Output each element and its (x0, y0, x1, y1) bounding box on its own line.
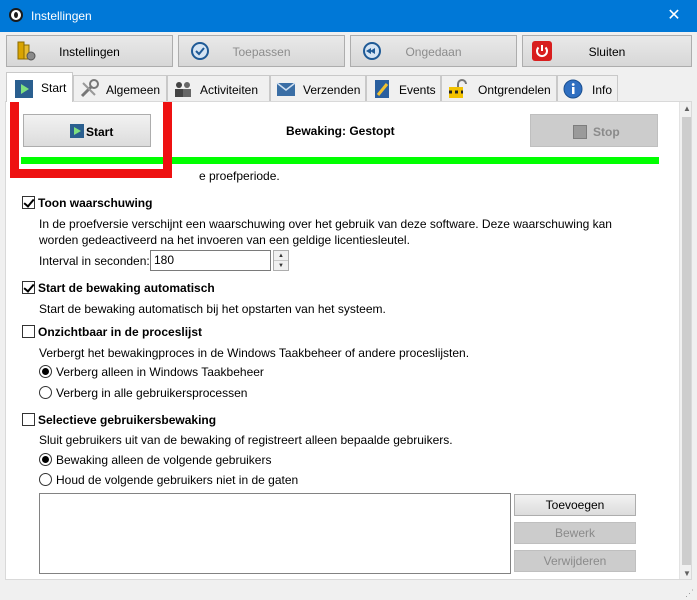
tab-events[interactable]: Events (366, 75, 441, 102)
remove-user-button[interactable]: Verwijderen (514, 550, 636, 572)
scrollbar-thumb[interactable] (682, 117, 691, 565)
play-icon (15, 80, 33, 98)
users-listbox[interactable] (39, 493, 511, 574)
auto-start-label: Start de bewaking automatisch (38, 281, 215, 295)
exclude-users-label: Houd de volgende gebruikers niet in de g… (56, 473, 299, 487)
selective-monitoring-description: Sluit gebruikers uit van de bewaking of … (39, 433, 453, 447)
tab-verzenden[interactable]: Verzenden (270, 75, 366, 102)
selective-monitoring-checkbox[interactable] (22, 413, 35, 426)
interval-stepper[interactable]: ▲ ▼ (273, 250, 289, 271)
tools-icon (80, 79, 99, 98)
tab-info[interactable]: Info (557, 75, 618, 102)
exclude-users-radio[interactable] (39, 473, 52, 486)
hide-taskmanager-label: Verberg alleen in Windows Taakbeheer (56, 365, 264, 379)
tab-activiteiten-label: Activiteiten (200, 83, 259, 97)
close-button[interactable]: Sluiten (522, 35, 692, 67)
trial-period-text: e proefperiode. (199, 169, 280, 183)
settings-button[interactable]: Instellingen (6, 35, 173, 67)
stepper-up-icon[interactable]: ▲ (274, 251, 288, 261)
invisible-checkbox[interactable] (22, 325, 35, 338)
tab-events-label: Events (399, 83, 436, 97)
undo-button[interactable]: Ongedaan (350, 35, 517, 67)
auto-start-checkbox[interactable] (22, 281, 35, 294)
interval-input[interactable]: 180 (150, 250, 271, 271)
tab-ontgrendelen-label: Ontgrendelen (478, 83, 551, 97)
monitor-only-users-radio[interactable] (39, 453, 52, 466)
monitor-only-users-label: Bewaking alleen de volgende gebruikers (56, 453, 272, 467)
undo-button-label: Ongedaan (405, 45, 462, 59)
window-title: Instellingen (31, 9, 92, 23)
tab-algemeen-label: Algemeen (106, 83, 161, 97)
vertical-scrollbar[interactable]: ▲ ▼ (679, 102, 691, 579)
tab-info-label: Info (592, 83, 613, 97)
stepper-down-icon[interactable]: ▼ (274, 261, 288, 271)
hide-all-processes-label: Verberg in alle gebruikersprocessen (56, 386, 248, 400)
start-tab-panel: Start Bewaking: Gestopt Stop e proefperi… (5, 101, 692, 580)
stop-button-label: Stop (593, 125, 620, 139)
tab-start[interactable]: Start (6, 72, 73, 102)
tab-bar: Start Algemeen Activiteiten Verzenden Ev… (0, 72, 697, 102)
resize-grip-icon[interactable]: ⋰ (685, 588, 695, 598)
tab-ontgrendelen[interactable]: Ontgrendelen (441, 75, 557, 102)
apply-button-label: Toepassen (232, 45, 291, 59)
tab-verzenden-label: Verzenden (303, 83, 361, 97)
monitoring-status: Bewaking: Gestopt (286, 124, 395, 138)
invisible-description: Verbergt het bewakingproces in de Window… (39, 346, 470, 360)
app-icon (9, 8, 23, 22)
title-bar: Instellingen ✕ (0, 0, 697, 32)
send-icon (276, 82, 296, 96)
add-user-button[interactable]: Toevoegen (514, 494, 636, 516)
stop-icon (573, 125, 587, 139)
auto-start-description: Start de bewaking automatisch bij het op… (39, 302, 386, 316)
lock-icon (449, 79, 467, 98)
close-window-button[interactable]: ✕ (651, 0, 697, 32)
invisible-label: Onzichtbaar in de proceslijst (38, 325, 203, 339)
highlight-box (10, 102, 172, 178)
tab-start-label: Start (41, 81, 67, 95)
document-icon (375, 80, 389, 98)
hide-all-processes-radio[interactable] (39, 386, 52, 399)
show-warning-description-2: worden gedeactiveerd na het invoeren van… (39, 233, 410, 247)
toolbar: Instellingen Toepassen Ongedaan Sluiten (0, 32, 697, 70)
stop-button[interactable]: Stop (530, 114, 658, 147)
scroll-down-icon[interactable]: ▼ (680, 567, 691, 579)
interval-label: Interval in seconden: (39, 254, 150, 268)
scroll-up-icon[interactable]: ▲ (680, 102, 691, 116)
show-warning-checkbox[interactable] (22, 196, 35, 209)
edit-user-button[interactable]: Bewerk (514, 522, 636, 544)
status-bar: ⋰ (0, 583, 697, 600)
show-warning-description-1: In de proefversie verschijnt een waarsch… (39, 217, 612, 231)
hide-taskmanager-radio[interactable] (39, 365, 52, 378)
people-icon (175, 82, 191, 97)
show-warning-label: Toon waarschuwing (38, 196, 153, 210)
settings-button-label: Instellingen (59, 45, 120, 59)
tab-algemeen[interactable]: Algemeen (73, 75, 167, 102)
tab-activiteiten[interactable]: Activiteiten (167, 75, 270, 102)
selective-monitoring-label: Selectieve gebruikersbewaking (38, 413, 217, 427)
close-button-label: Sluiten (588, 45, 626, 59)
info-icon (563, 79, 583, 99)
apply-button[interactable]: Toepassen (178, 35, 345, 67)
